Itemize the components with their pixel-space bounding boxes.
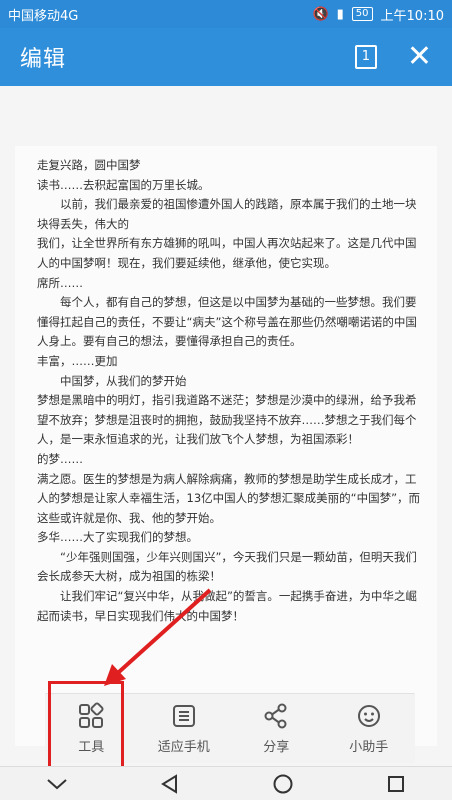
nav-collapse-button[interactable] <box>0 777 113 791</box>
assistant-icon <box>357 705 380 727</box>
nav-recents-button[interactable] <box>339 774 452 794</box>
nav-back-button[interactable] <box>113 773 226 794</box>
system-nav-bar <box>0 766 452 800</box>
nav-home-button[interactable] <box>226 773 339 795</box>
recents-square-icon <box>387 775 404 792</box>
home-circle-icon <box>273 774 292 793</box>
share-label: 分享 <box>263 740 290 755</box>
share-icon <box>264 703 287 729</box>
fit-phone-button[interactable]: 适应手机 <box>138 694 231 763</box>
fit-phone-icon <box>172 705 195 727</box>
assistant-button[interactable]: 小助手 <box>323 694 416 763</box>
share-button[interactable]: 分享 <box>230 694 323 763</box>
fit-phone-label: 适应手机 <box>157 740 210 755</box>
annotation-arrow-icon <box>104 588 212 686</box>
back-triangle-icon <box>160 773 177 794</box>
annotation-highlight-box <box>48 681 124 771</box>
chevron-down-icon <box>46 778 67 789</box>
assistant-label: 小助手 <box>349 740 389 755</box>
